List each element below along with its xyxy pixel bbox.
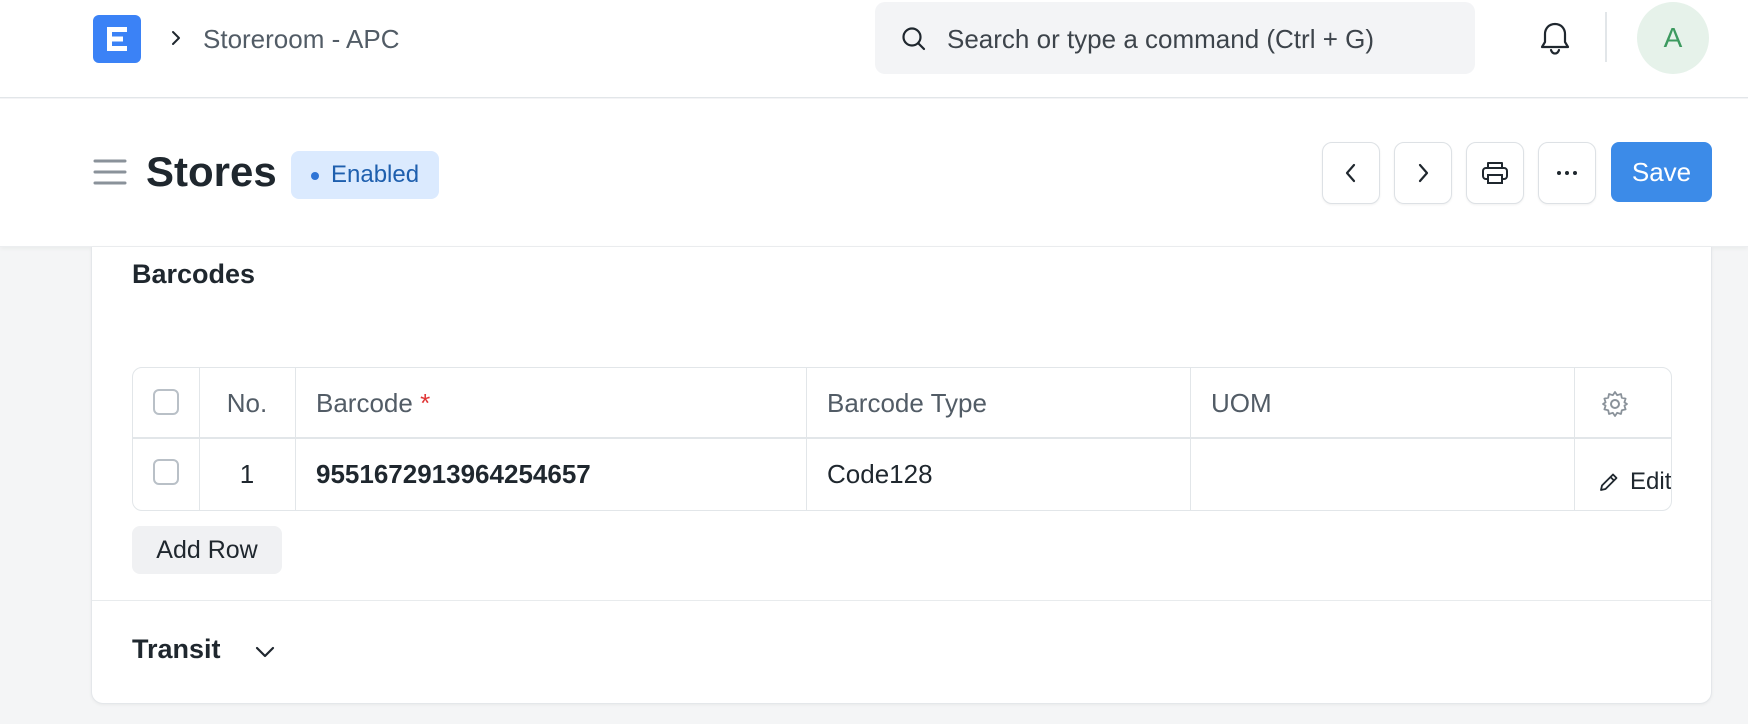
column-header-no: No. — [226, 388, 268, 418]
more-actions-button[interactable] — [1538, 142, 1596, 204]
column-header-barcode-type: Barcode Type — [827, 388, 987, 418]
section-divider — [92, 600, 1711, 601]
select-all-checkbox[interactable] — [153, 389, 179, 415]
search-input[interactable]: Search or type a command (Ctrl + G) — [947, 22, 1374, 56]
column-header-barcode-label: Barcode — [316, 388, 413, 418]
pencil-icon — [1600, 473, 1618, 491]
chevron-right-icon — [1418, 163, 1429, 183]
status-badge: Enabled — [291, 151, 440, 199]
table-header-row: No. Barcode * Barcode Type UOM — [133, 368, 1671, 439]
row-barcode-type[interactable]: Code128 — [827, 439, 933, 510]
section-title-transit[interactable]: Transit — [132, 632, 221, 666]
chevron-left-icon — [1345, 163, 1356, 183]
chevron-down-icon[interactable] — [252, 639, 278, 665]
row-edit-label: Edit — [1630, 468, 1672, 495]
hamburger-icon[interactable] — [93, 157, 127, 187]
avatar[interactable]: A — [1637, 2, 1709, 74]
column-header-uom: UOM — [1211, 388, 1272, 418]
breadcrumb[interactable]: Storeroom - APC — [203, 22, 400, 56]
barcodes-table: No. Barcode * Barcode Type UOM 1 9551672… — [132, 367, 1672, 511]
printer-icon — [1482, 162, 1508, 184]
page-title: Stores — [146, 148, 277, 195]
status-dot — [311, 172, 319, 180]
save-button[interactable]: Save — [1611, 142, 1712, 202]
required-marker: * — [420, 388, 431, 418]
logo-e-icon — [107, 27, 127, 51]
prev-record-button[interactable] — [1322, 142, 1380, 204]
status-label: Enabled — [331, 161, 420, 188]
add-row-button[interactable]: Add Row — [132, 526, 282, 574]
row-edit-button[interactable]: Edit — [1598, 467, 1671, 497]
column-header-barcode: Barcode * — [316, 368, 430, 437]
chevron-right-icon — [172, 31, 180, 45]
print-button[interactable] — [1466, 142, 1524, 204]
search-icon — [902, 27, 926, 51]
row-barcode[interactable]: 9551672913964254657 — [316, 439, 591, 510]
row-no: 1 — [239, 459, 255, 489]
navbar-divider — [1605, 12, 1607, 62]
next-record-button[interactable] — [1394, 142, 1452, 204]
gear-icon[interactable] — [1601, 390, 1629, 418]
top-navbar: Storeroom - APC Search or type a command… — [0, 0, 1748, 98]
search-bar[interactable]: Search or type a command (Ctrl + G) — [875, 2, 1475, 74]
form-card: Barcodes No. Barcode * Barcode Type UOM … — [91, 247, 1712, 704]
section-title-barcodes: Barcodes — [132, 259, 256, 289]
app-logo[interactable] — [93, 15, 141, 63]
bell-icon[interactable] — [1538, 20, 1572, 56]
table-row[interactable]: 1 9551672913964254657 Code128 Edit — [133, 439, 1671, 510]
page-header: Stores Enabled Save — [0, 99, 1748, 247]
row-checkbox[interactable] — [153, 459, 179, 485]
more-icon — [1557, 171, 1577, 175]
